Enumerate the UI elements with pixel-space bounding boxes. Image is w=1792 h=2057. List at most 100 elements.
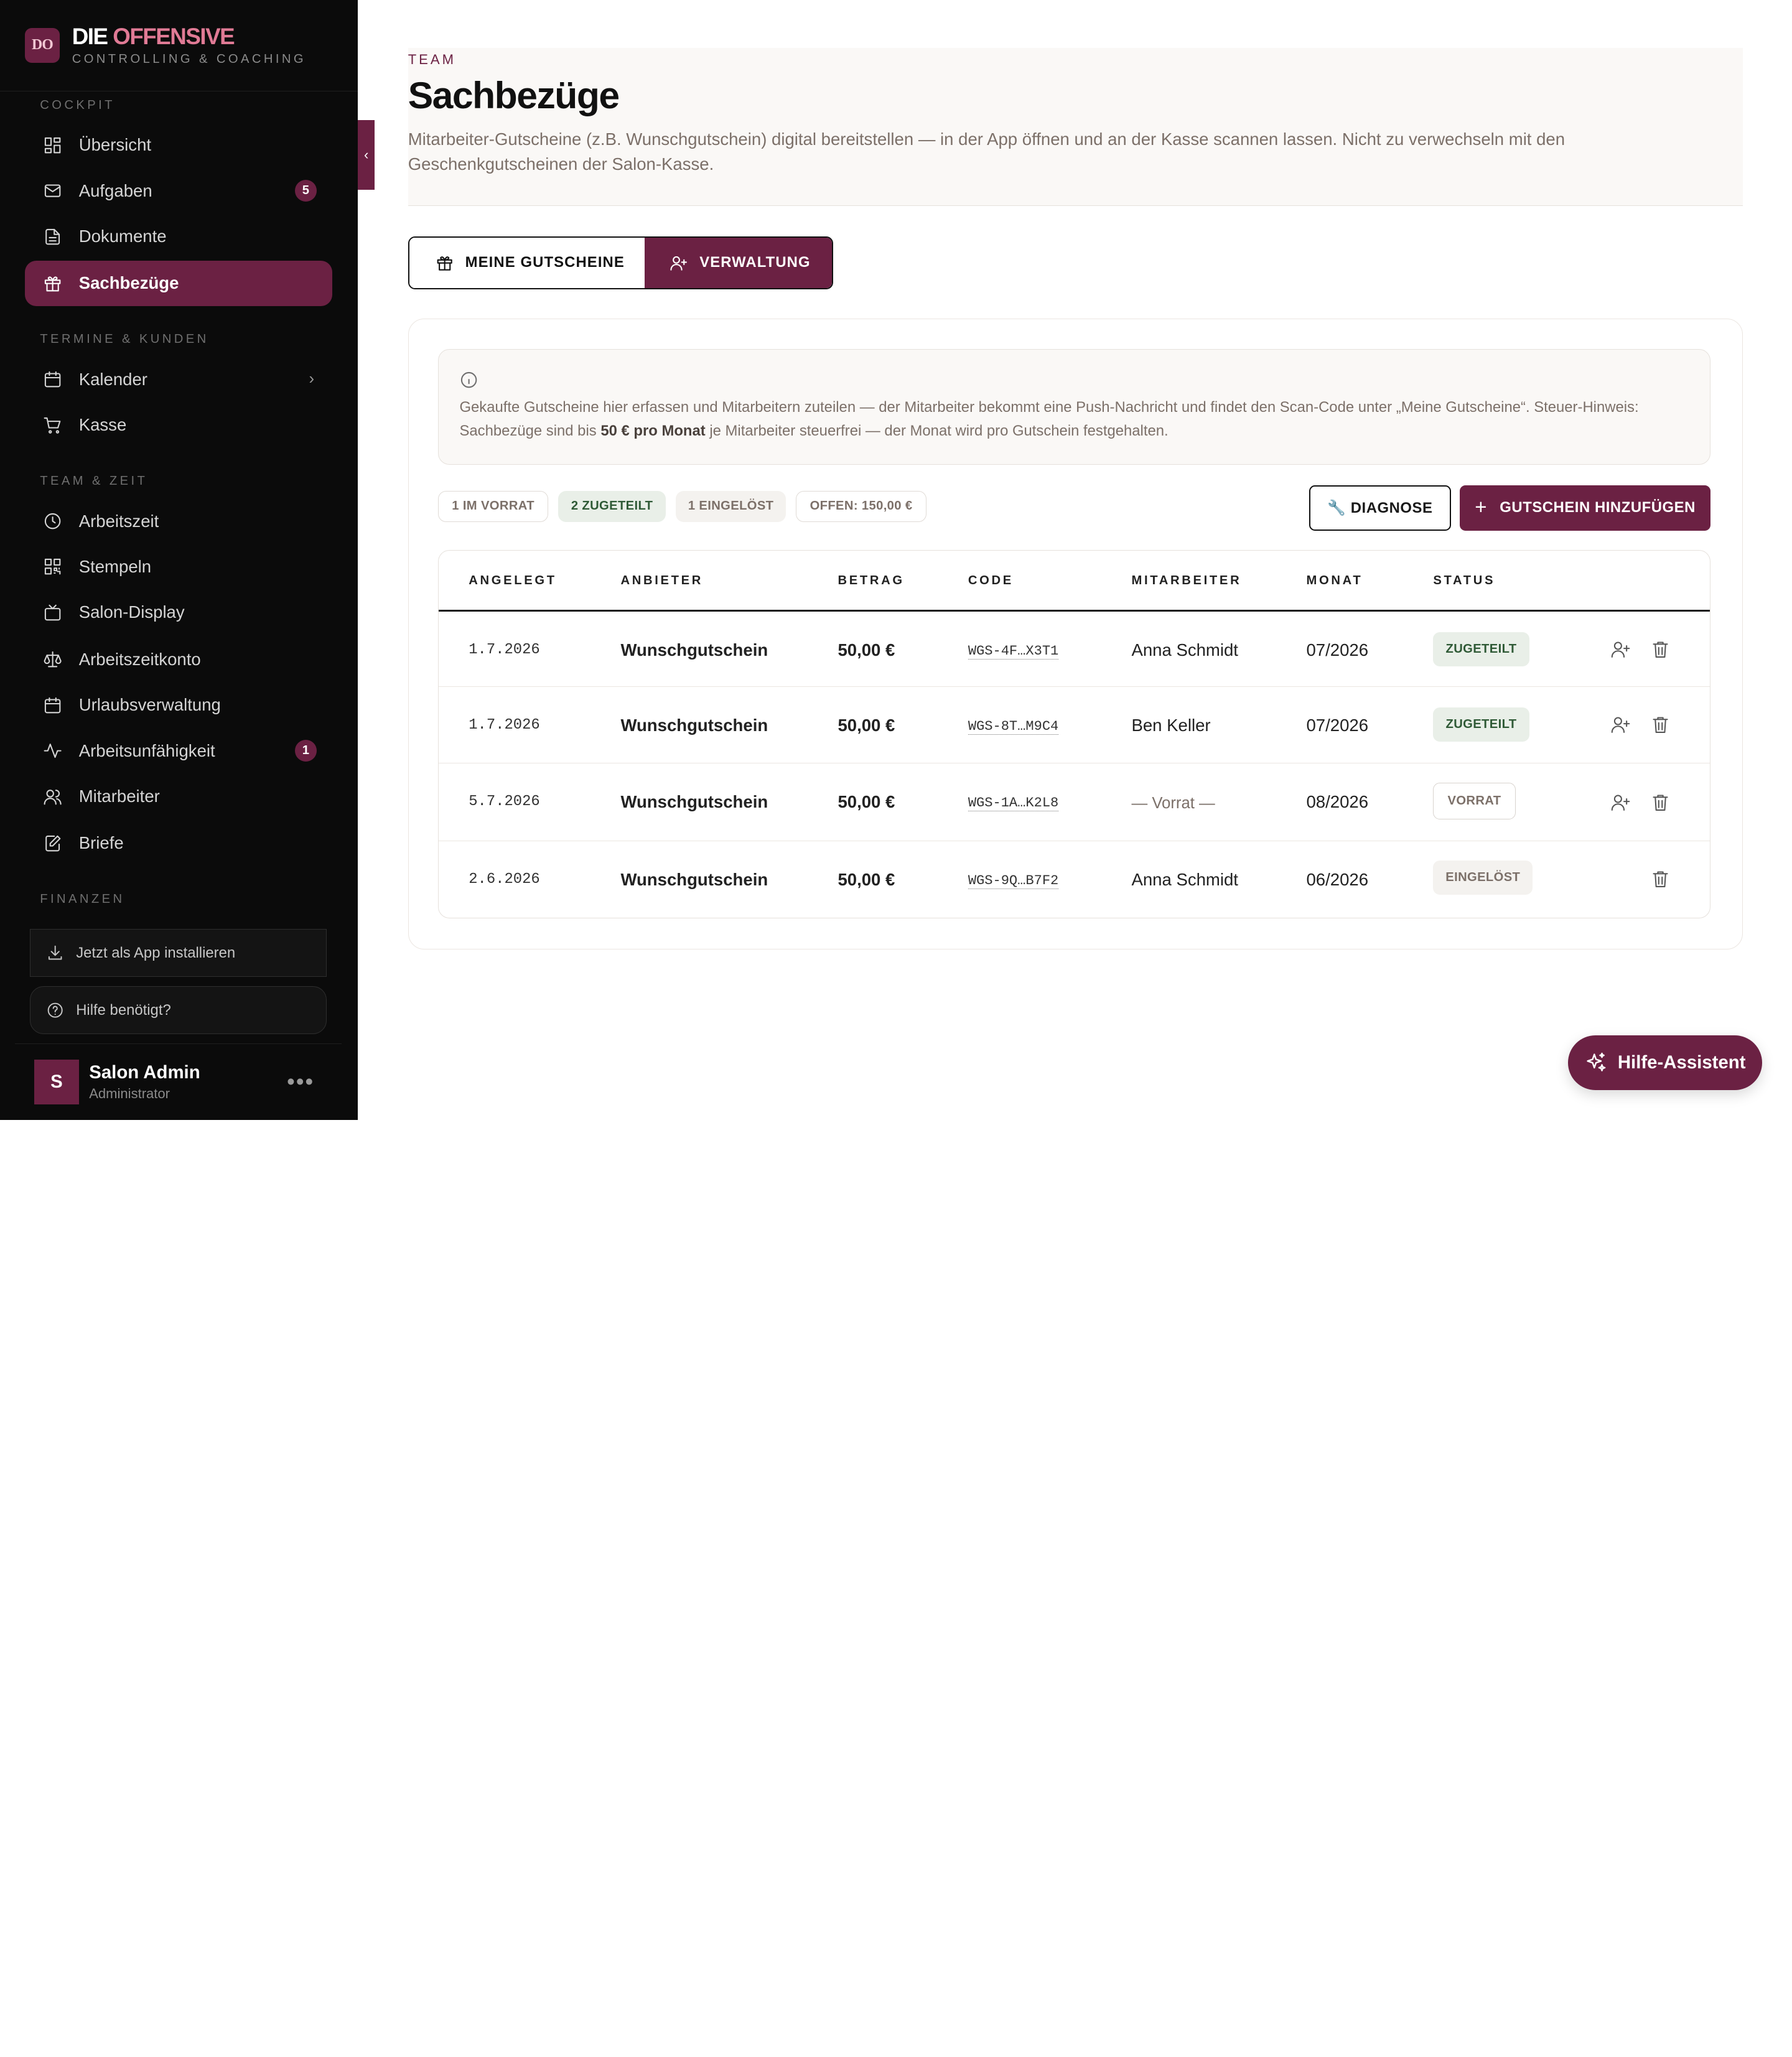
brand[interactable]: DO DIE OFFENSIVE CONTROLLING & COACHING — [0, 0, 358, 91]
cell-code[interactable]: WGS-8T…M9C4 — [968, 719, 1059, 735]
cell-angelegt: 5.7.2026 — [469, 793, 540, 810]
status-badge: ZUGETEILT — [1433, 707, 1529, 742]
edit-icon — [42, 833, 63, 854]
sidebar-item-briefe[interactable]: Briefe — [25, 821, 332, 866]
scale-icon — [42, 649, 63, 669]
mail-icon — [42, 180, 63, 201]
sidebar-item-urlaubsverwaltung[interactable]: Urlaubsverwaltung — [25, 683, 332, 728]
install-app-button[interactable]: Jetzt als App installieren — [29, 929, 327, 977]
chevron-right-icon: › — [309, 370, 315, 388]
sidebar-item-aufgaben[interactable]: Aufgaben 5 — [25, 168, 332, 213]
qr-code-icon — [42, 556, 63, 577]
sidebar-item-label: Kalender — [78, 369, 147, 389]
column-header[interactable]: BETRAG — [838, 574, 904, 588]
info-text: Gekaufte Gutscheine hier erfassen und Mi… — [459, 398, 1639, 440]
cell-betrag: 50,00 € — [838, 715, 895, 735]
sidebar-item-kasse[interactable]: Kasse — [25, 403, 332, 448]
cell-code[interactable]: WGS-9Q…B7F2 — [968, 873, 1059, 890]
trash-icon[interactable] — [1650, 714, 1671, 735]
assign-user-icon[interactable] — [1610, 792, 1631, 813]
sidebar-item-label: Aufgaben — [78, 180, 152, 200]
sidebar-item-label: Stempeln — [78, 556, 152, 576]
tab-verwaltung[interactable]: VERWALTUNG — [645, 238, 833, 288]
cart-icon — [42, 415, 63, 436]
cell-code[interactable]: WGS-4F…X3T1 — [968, 643, 1059, 660]
trash-icon[interactable] — [1650, 869, 1671, 889]
more-icon[interactable]: ••• — [287, 1069, 314, 1095]
cell-mitarbeiter: — Vorrat — — [1131, 794, 1215, 812]
sidebar-item-arbeitszeitkonto[interactable]: Arbeitszeitkonto — [25, 637, 332, 682]
dashboard-icon — [42, 135, 63, 156]
sidebar-item-label: Arbeitsunfähigkeit — [78, 740, 215, 760]
column-header[interactable]: STATUS — [1433, 574, 1495, 588]
sidebar-item-dokumente[interactable]: Dokumente — [25, 213, 332, 259]
cell-betrag: 50,00 € — [838, 640, 895, 660]
table-row[interactable]: 5.7.2026 Wunschgutschein 50,00 € WGS-1A…… — [439, 763, 1710, 841]
chevron-left-icon: ‹ — [363, 146, 369, 162]
tab-meine-gutscheine[interactable]: MEINE GUTSCHEINE — [409, 238, 645, 288]
user-profile[interactable]: S Salon Admin Administrator ••• — [14, 1043, 342, 1120]
cell-anbieter: Wunschgutschein — [620, 715, 768, 735]
assign-user-icon[interactable] — [1610, 714, 1631, 735]
chip-eingeloest[interactable]: 1 EINGELÖST — [676, 490, 786, 522]
brand-subtitle: CONTROLLING & COACHING — [72, 52, 306, 66]
add-voucher-button[interactable]: + GUTSCHEIN HINZUFÜGEN — [1460, 485, 1710, 531]
table-row[interactable]: 2.6.2026 Wunschgutschein 50,00 € WGS-9Q…… — [439, 841, 1709, 918]
status-badge: EINGELÖST — [1433, 861, 1533, 895]
sidebar-item-label: Kasse — [78, 415, 127, 435]
cell-anbieter: Wunschgutschein — [620, 869, 768, 889]
chip-vorrat[interactable]: 1 IM VORRAT — [438, 490, 548, 522]
cell-angelegt: 1.7.2026 — [469, 716, 540, 734]
user-role: Administrator — [89, 1085, 170, 1101]
table-row[interactable]: 1.7.2026 Wunschgutschein 50,00 € WGS-4F…… — [439, 612, 1710, 687]
cell-monat: 08/2026 — [1306, 791, 1369, 811]
help-button[interactable]: Hilfe benötigt? — [29, 986, 327, 1035]
column-header[interactable]: CODE — [968, 574, 1014, 588]
gift-icon — [437, 256, 452, 271]
cell-monat: 06/2026 — [1306, 869, 1369, 889]
page-description: Mitarbeiter-Gutscheine (z.B. Wunschgutsc… — [408, 129, 1566, 174]
sidebar-item-sachbezuege[interactable]: Sachbezüge — [25, 260, 333, 307]
help-assistant-button[interactable]: Hilfe-Assistent — [1567, 1035, 1763, 1091]
clock-icon — [42, 511, 63, 531]
sidebar-item-arbeitsunfaehigkeit[interactable]: Arbeitsunfähigkeit 1 — [25, 728, 332, 773]
column-header[interactable]: MONAT — [1306, 574, 1363, 588]
sidebar-collapse-button[interactable]: ‹ — [357, 119, 375, 190]
table-row[interactable]: 1.7.2026 Wunschgutschein 50,00 € WGS-8T…… — [439, 687, 1710, 764]
chip-offen[interactable]: OFFEN: 150,00 € — [796, 490, 926, 522]
chip-zugeteilt[interactable]: 2 ZUGETEILT — [558, 490, 666, 522]
sidebar-item-uebersicht[interactable]: Übersicht — [25, 123, 332, 168]
users-icon — [42, 786, 63, 807]
page-eyebrow: TEAM — [408, 51, 457, 67]
sidebar-item-label: Arbeitszeit — [78, 511, 159, 531]
status-badge: ZUGETEILT — [1433, 632, 1529, 666]
assign-user-icon[interactable] — [1610, 639, 1631, 660]
sidebar-item-label: Briefe — [78, 833, 124, 853]
user-name: Salon Admin — [89, 1062, 200, 1083]
count-badge: 5 — [294, 180, 317, 202]
sidebar-item-label: Sachbezüge — [78, 273, 179, 293]
sidebar-item-kalender[interactable]: Kalender › — [25, 357, 332, 402]
info-icon — [459, 370, 478, 389]
main-content: TEAM Sachbezüge Mitarbeiter-Gutscheine (… — [357, 0, 1792, 1120]
sidebar-item-mitarbeiter[interactable]: Mitarbeiter — [25, 773, 332, 819]
diagnose-button[interactable]: 🔧 DIAGNOSE — [1309, 485, 1451, 531]
column-header[interactable]: ANBIETER — [620, 574, 703, 588]
section-label-termine: TERMINE & KUNDEN — [40, 332, 209, 347]
trash-icon[interactable] — [1650, 639, 1671, 660]
sidebar: DO DIE OFFENSIVE CONTROLLING & COACHING … — [0, 0, 358, 1120]
sidebar-item-arbeitszeit[interactable]: Arbeitszeit — [25, 498, 332, 544]
sidebar-item-stempeln[interactable]: Stempeln — [25, 544, 332, 589]
cell-betrag: 50,00 € — [838, 791, 895, 811]
sidebar-item-salon-display[interactable]: Salon-Display — [25, 590, 332, 635]
cell-code[interactable]: WGS-1A…K2L8 — [968, 795, 1059, 812]
column-header[interactable]: ANGELEGT — [469, 574, 557, 588]
cell-anbieter: Wunschgutschein — [620, 791, 768, 811]
column-header[interactable]: MITARBEITER — [1131, 574, 1241, 588]
document-icon — [42, 226, 63, 247]
calendar-icon — [42, 695, 63, 716]
trash-icon[interactable] — [1650, 792, 1671, 813]
status-badge: VORRAT — [1433, 783, 1516, 820]
cell-angelegt: 2.6.2026 — [469, 870, 540, 888]
sidebar-item-label: Arbeitszeitkonto — [78, 649, 201, 669]
